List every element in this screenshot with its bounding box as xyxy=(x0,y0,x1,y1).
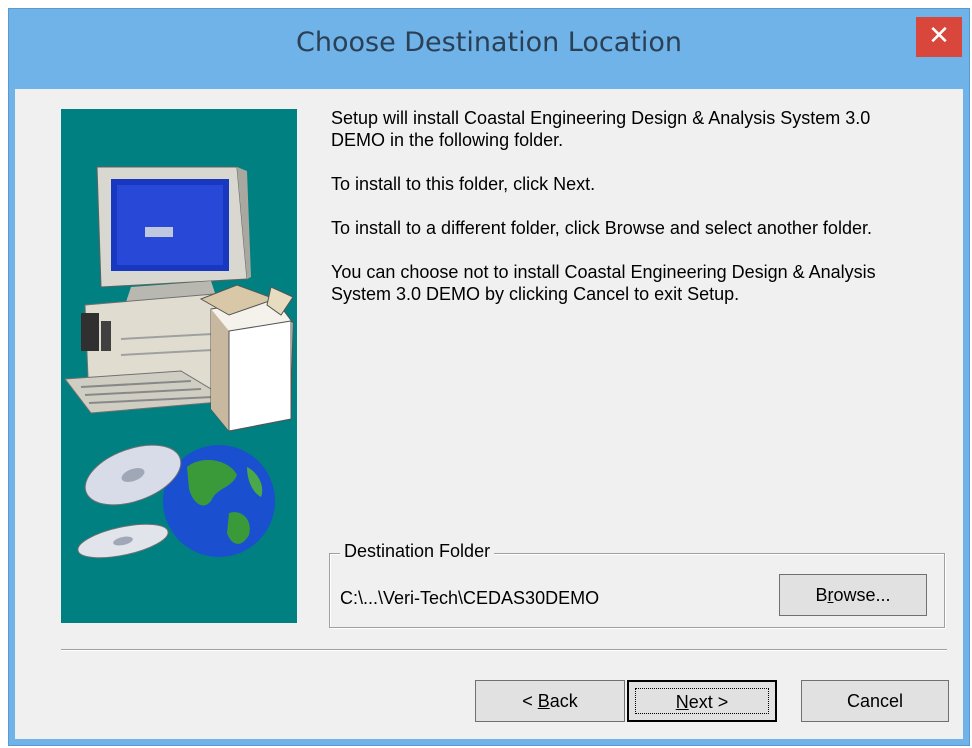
illustration-graphic xyxy=(64,166,294,559)
cancel-instruction: You can choose not to install Coastal En… xyxy=(331,262,876,304)
window-title: Choose Destination Location xyxy=(296,27,682,58)
browse-instruction: To install to a different folder, click … xyxy=(331,218,872,238)
cancel-button[interactable]: Cancel xyxy=(801,680,949,722)
dialog-body: Setup will install Coastal Engineering D… xyxy=(15,89,963,739)
instructions: Setup will install Coastal Engineering D… xyxy=(331,107,927,327)
destination-folder-group: Destination Folder C:\...\Veri-Tech\CEDA… xyxy=(329,541,945,628)
setup-illustration xyxy=(61,109,297,623)
browse-button[interactable]: Browse... xyxy=(779,574,927,616)
box-icon xyxy=(199,284,294,432)
destination-path: C:\...\Veri-Tech\CEDAS30DEMO xyxy=(340,588,600,608)
close-button[interactable]: ✕ xyxy=(916,17,962,57)
focus-rectangle xyxy=(635,688,769,714)
intro-paragraph: Setup will install Coastal Engineering D… xyxy=(331,108,871,150)
close-icon: ✕ xyxy=(928,21,950,51)
title-bar[interactable]: Choose Destination Location ✕ xyxy=(9,9,969,87)
next-instruction: To install to this folder, click Next. xyxy=(331,174,596,194)
destination-folder-legend: Destination Folder xyxy=(340,541,495,562)
button-divider xyxy=(61,649,947,651)
back-button[interactable]: < Back xyxy=(475,680,625,722)
installer-window: Choose Destination Location ✕ Setup will… xyxy=(8,8,970,746)
globe-icon xyxy=(163,445,275,557)
next-button[interactable]: Next > xyxy=(627,680,777,722)
